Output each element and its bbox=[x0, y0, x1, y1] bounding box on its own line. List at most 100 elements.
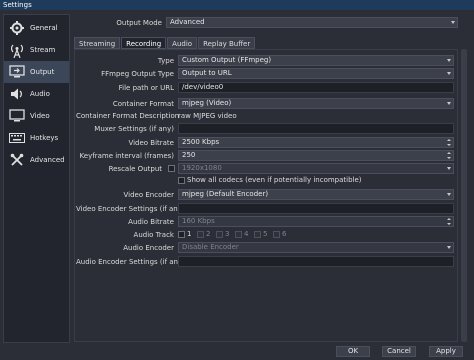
rescale-output-checkbox[interactable] bbox=[168, 165, 175, 172]
video-encoder-select[interactable]: mjpeg (Default Encoder) bbox=[178, 189, 454, 200]
spin-down-icon[interactable] bbox=[447, 157, 451, 159]
gear-icon bbox=[8, 20, 26, 36]
video-encoder-label: Video Encoder bbox=[123, 191, 174, 199]
keyframe-interval-spinbox[interactable]: 250 bbox=[178, 150, 454, 161]
output-mode-label: Output Mode bbox=[116, 19, 162, 27]
audio-bitrate-label: Audio Bitrate bbox=[128, 218, 174, 226]
chevron-down-icon bbox=[447, 102, 451, 105]
apply-button[interactable]: Apply bbox=[429, 346, 463, 357]
audio-encoder-settings-label: Audio Encoder Settings (if any) bbox=[76, 258, 185, 266]
keyboard-icon bbox=[8, 130, 26, 146]
show-all-codecs-label: Show all codecs (even if potentially inc… bbox=[187, 176, 362, 184]
chevron-down-icon bbox=[451, 21, 455, 24]
container-format-label: Container Format bbox=[112, 100, 174, 108]
container-format-value: mjpeg (Video) bbox=[182, 99, 232, 107]
audio-bitrate-spinbox[interactable]: 160 Kbps bbox=[178, 216, 454, 227]
container-format-select[interactable]: mjpeg (Video) bbox=[178, 98, 454, 109]
sidebar-item-label: Video bbox=[30, 112, 50, 120]
display-icon bbox=[8, 108, 26, 124]
sidebar-item-video[interactable]: Video bbox=[4, 105, 69, 127]
sidebar-item-hotkeys[interactable]: Hotkeys bbox=[4, 127, 69, 149]
video-encoder-value: mjpeg (Default Encoder) bbox=[182, 190, 269, 198]
audio-track-5-label: 5 bbox=[263, 230, 268, 238]
keyframe-interval-label: Keyframe interval (frames) bbox=[79, 152, 174, 160]
chevron-down-icon bbox=[447, 167, 451, 170]
file-path-input[interactable]: /dev/video0 bbox=[178, 82, 454, 93]
sidebar-item-label: Stream bbox=[30, 46, 56, 54]
tab-replay-buffer[interactable]: Replay Buffer bbox=[198, 37, 256, 49]
sidebar-item-audio[interactable]: Audio bbox=[4, 83, 69, 105]
rescale-output-value: 1920x1080 bbox=[182, 164, 222, 172]
audio-track-label: Audio Track bbox=[133, 231, 174, 239]
sidebar-item-label: Hotkeys bbox=[30, 134, 59, 142]
chevron-down-icon bbox=[447, 246, 451, 249]
rescale-output-select[interactable]: 1920x1080 bbox=[178, 163, 454, 174]
container-format-desc-label: Container Format Description bbox=[76, 112, 180, 120]
video-bitrate-value: 2500 Kbps bbox=[182, 138, 220, 146]
audio-track-5-checkbox[interactable] bbox=[254, 231, 261, 238]
keyframe-interval-value: 250 bbox=[182, 151, 196, 159]
type-value: Custom Output (FFmpeg) bbox=[182, 56, 272, 64]
sidebar-item-label: Output bbox=[30, 68, 55, 76]
chevron-down-icon bbox=[447, 59, 451, 62]
audio-track-6-label: 6 bbox=[282, 230, 287, 238]
speaker-icon bbox=[8, 86, 26, 102]
window-title: Settings bbox=[0, 0, 474, 10]
audio-encoder-value: Disable Encoder bbox=[182, 243, 239, 251]
output-mode-value: Advanced bbox=[170, 18, 205, 26]
video-bitrate-label: Video Bitrate bbox=[128, 139, 174, 147]
spin-down-icon[interactable] bbox=[447, 144, 451, 146]
ffmpeg-output-type-select[interactable]: Output to URL bbox=[178, 68, 454, 79]
video-encoder-settings-label: Video Encoder Settings (if any) bbox=[76, 205, 185, 213]
video-encoder-settings-input[interactable] bbox=[178, 203, 454, 214]
audio-track-2-checkbox[interactable] bbox=[197, 231, 204, 238]
file-path-label: File path or URL bbox=[118, 84, 174, 92]
audio-track-2-label: 2 bbox=[206, 230, 211, 238]
sidebar-item-output[interactable]: Output bbox=[4, 61, 69, 83]
spin-down-icon[interactable] bbox=[447, 223, 451, 225]
audio-track-1-checkbox[interactable] bbox=[178, 231, 185, 238]
type-select[interactable]: Custom Output (FFmpeg) bbox=[178, 55, 454, 66]
show-all-codecs-checkbox[interactable] bbox=[178, 177, 185, 184]
sidebar-item-label: Audio bbox=[30, 90, 50, 98]
rescale-output-label: Rescale Output bbox=[108, 165, 162, 173]
audio-track-4-label: 4 bbox=[244, 230, 249, 238]
muxer-settings-input[interactable] bbox=[178, 123, 454, 134]
cancel-button[interactable]: Cancel bbox=[382, 346, 416, 357]
broadcast-icon bbox=[8, 42, 26, 58]
audio-track-6-checkbox[interactable] bbox=[273, 231, 280, 238]
ok-button[interactable]: OK bbox=[336, 346, 370, 357]
type-label: Type bbox=[157, 57, 174, 65]
chevron-down-icon bbox=[447, 72, 451, 75]
audio-bitrate-value: 160 Kbps bbox=[182, 217, 215, 225]
scrollbar-thumb[interactable] bbox=[461, 49, 467, 342]
ffmpeg-output-type-label: FFmpeg Output Type bbox=[101, 70, 174, 78]
panel-scrollbar[interactable] bbox=[460, 49, 468, 342]
spin-up-icon[interactable] bbox=[447, 139, 451, 141]
audio-track-3-checkbox[interactable] bbox=[216, 231, 223, 238]
tab-streaming[interactable]: Streaming bbox=[74, 37, 121, 49]
container-format-desc-value: raw MJPEG video bbox=[178, 112, 237, 120]
video-bitrate-spinbox[interactable]: 2500 Kbps bbox=[178, 137, 454, 148]
audio-track-4-checkbox[interactable] bbox=[235, 231, 242, 238]
tab-audio[interactable]: Audio bbox=[167, 37, 198, 49]
settings-sidebar: General Stream Output Audio Video Hotkey… bbox=[3, 14, 70, 343]
tab-recording[interactable]: Recording bbox=[121, 37, 167, 49]
audio-encoder-select[interactable]: Disable Encoder bbox=[178, 242, 454, 253]
audio-encoder-settings-input[interactable] bbox=[178, 256, 454, 267]
sidebar-item-stream[interactable]: Stream bbox=[4, 39, 69, 61]
muxer-settings-label: Muxer Settings (if any) bbox=[94, 125, 174, 133]
sidebar-item-label: General bbox=[30, 24, 58, 32]
chevron-down-icon bbox=[447, 193, 451, 196]
monitor-output-icon bbox=[8, 64, 26, 80]
spin-up-icon[interactable] bbox=[447, 218, 451, 220]
spin-up-icon[interactable] bbox=[447, 152, 451, 154]
ffmpeg-output-type-value: Output to URL bbox=[182, 69, 232, 77]
sidebar-item-advanced[interactable]: Advanced bbox=[4, 149, 69, 171]
output-mode-select[interactable]: Advanced bbox=[166, 17, 458, 28]
audio-encoder-label: Audio Encoder bbox=[123, 244, 174, 252]
sidebar-item-label: Advanced bbox=[30, 156, 65, 164]
tools-icon bbox=[8, 152, 26, 168]
sidebar-item-general[interactable]: General bbox=[4, 17, 69, 39]
output-tabs: Streaming Recording Audio Replay Buffer bbox=[74, 37, 256, 49]
